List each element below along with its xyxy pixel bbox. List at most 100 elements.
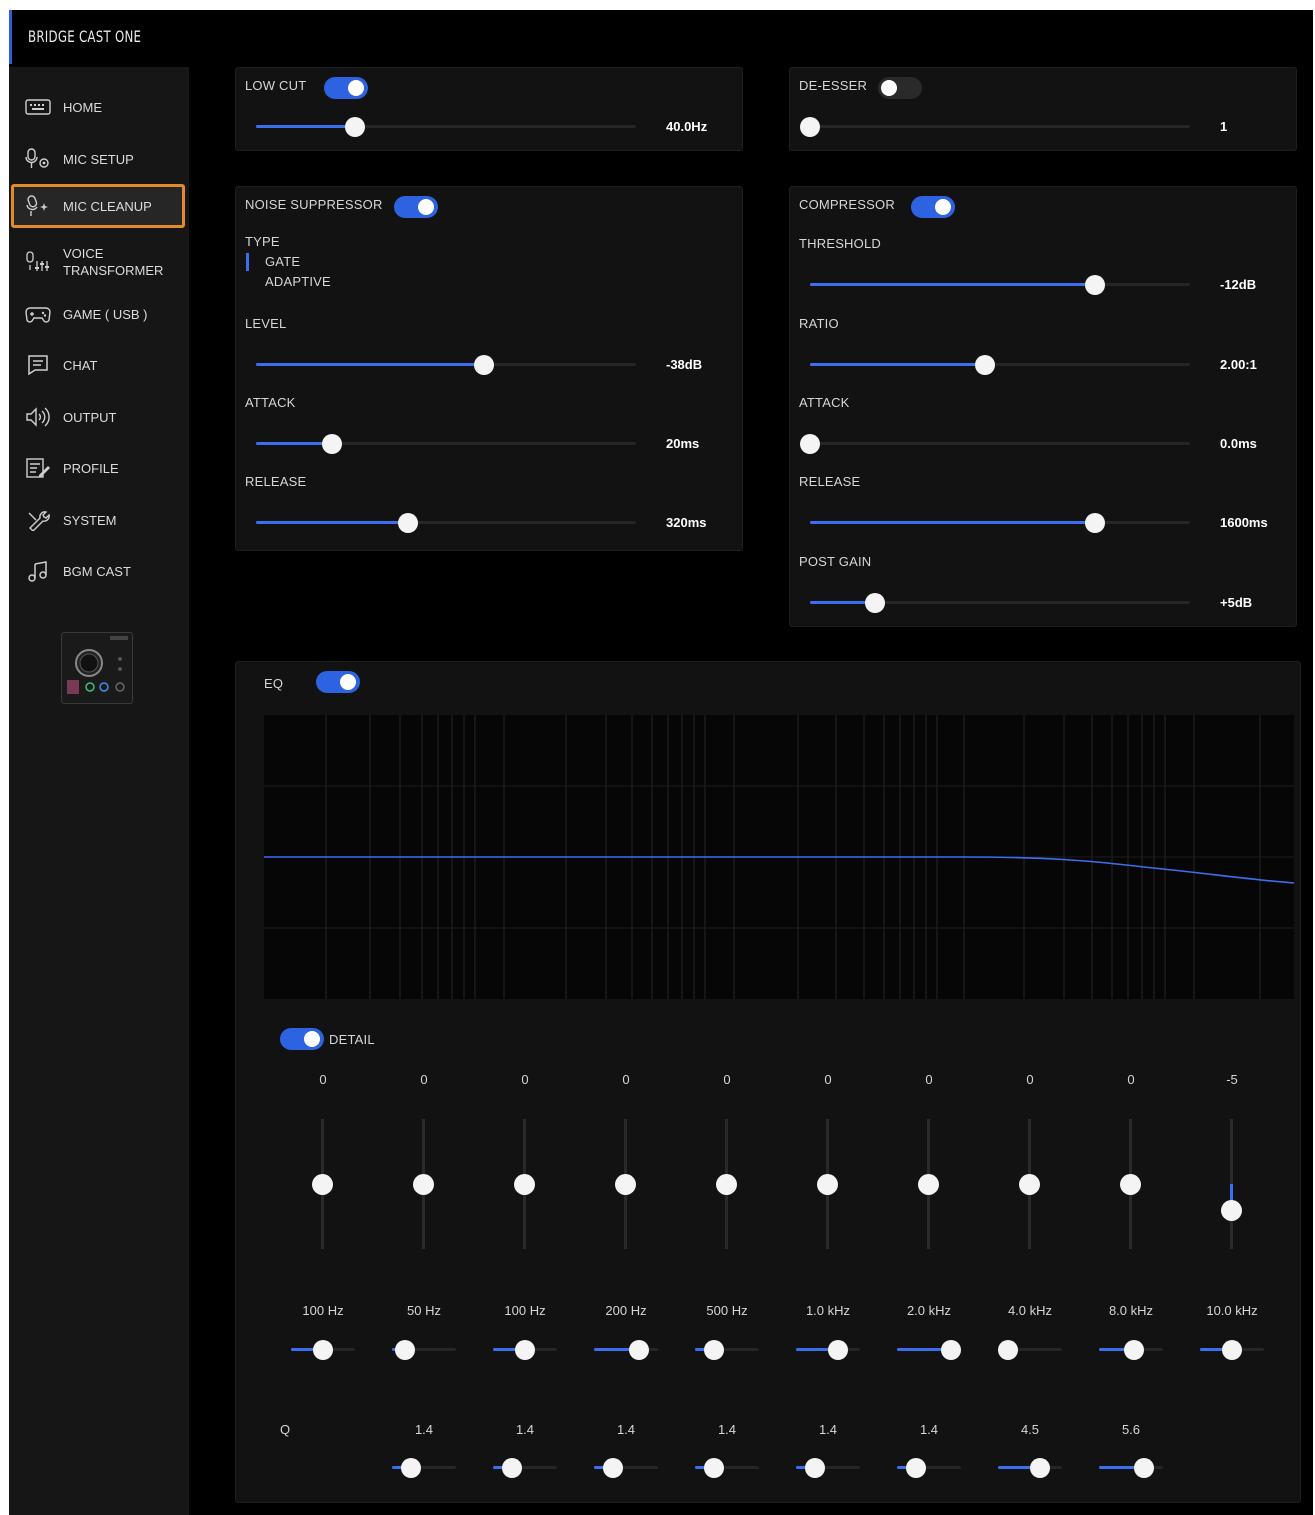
sidebar-item-profile[interactable]: PROFILE [11,446,185,490]
ratio-slider[interactable] [810,355,1190,375]
keyboard-icon [23,95,53,119]
eq-band-gain-slider[interactable] [715,1119,739,1249]
eq-band-q-slider[interactable] [695,1458,759,1478]
eq-band-frequency-slider[interactable] [392,1340,456,1360]
eq-band-frequency-slider[interactable] [1099,1340,1163,1360]
eq-band-frequency-slider[interactable] [493,1340,557,1360]
de-esser-slider[interactable] [800,117,1190,137]
eq-band-frequency-slider[interactable] [594,1340,658,1360]
eq-band-gain-value: 0 [925,1072,933,1087]
eq-band-q-slider[interactable] [392,1458,456,1478]
eq-band-q-value: 1.4 [515,1422,535,1437]
eq-band-gain-slider[interactable] [1220,1119,1244,1249]
threshold-slider[interactable] [810,275,1190,295]
eq-band-q-slider[interactable] [594,1458,658,1478]
ratio-label: RATIO [799,316,839,331]
eq-band-q-slider[interactable] [493,1458,557,1478]
eq-band-frequency-label: 100 Hz [504,1303,546,1318]
eq-band-gain-slider[interactable] [311,1119,335,1249]
eq-band-gain-value: 0 [521,1072,529,1087]
ns-release-label: RELEASE [245,474,307,489]
noise-suppressor-label: NOISE SUPPRESSOR [245,197,383,212]
compressor-label: COMPRESSOR [799,197,895,212]
eq-band-q-value: 1.4 [919,1422,939,1437]
eq-band-frequency-label: 200 Hz [605,1303,647,1318]
low-cut-toggle[interactable] [324,77,368,99]
sidebar-item-chat[interactable]: CHAT [11,343,185,387]
eq-toggle[interactable] [316,671,360,693]
threshold-label: THRESHOLD [799,236,881,251]
post-gain-slider[interactable] [810,593,1190,613]
eq-band-q-value: 1.4 [414,1422,434,1437]
sidebar-item-game-usb[interactable]: GAME ( USB ) [11,292,185,336]
title-bar: BRIDGE CAST ONE [9,10,1313,64]
device-thumbnail[interactable] [61,632,133,704]
low-cut-value: 40.0Hz [666,119,708,134]
sidebar-item-label: OUTPUT [63,409,117,425]
eq-band-gain-value: 0 [723,1072,731,1087]
comp-attack-label: ATTACK [799,395,850,410]
eq-band-gain-slider[interactable] [917,1119,941,1249]
sidebar-item-home[interactable]: HOME [11,85,185,129]
sidebar-item-voice-transformer[interactable]: VOICE TRANSFORMER [11,240,185,284]
threshold-value: -12dB [1220,277,1257,292]
eq-band-q-slider[interactable] [1099,1458,1163,1478]
eq-band-frequency-slider[interactable] [998,1340,1062,1360]
eq-panel: EQ DETAIL Q 0 100 Hz 0 50 Hz 1.4 0 100 Hz 1.4 0 2… [235,661,1301,1503]
sidebar-item-label: SYSTEM [63,512,117,528]
eq-band-gain-value: 0 [1127,1072,1135,1087]
eq-band-gain-value: 0 [824,1072,832,1087]
eq-response-graph[interactable] [264,715,1294,999]
eq-band-gain-value: 0 [1026,1072,1034,1087]
sidebar-item-mic-cleanup[interactable]: MIC CLEANUP [11,184,185,228]
eq-band-gain-value: 0 [420,1072,428,1087]
type-option-gate[interactable]: GATE [265,254,300,269]
de-esser-panel: DE-ESSER 1 [789,67,1297,151]
sidebar-item-output[interactable]: OUTPUT [11,395,185,439]
ratio-value: 2.00:1 [1220,357,1257,372]
eq-band-gain-slider[interactable] [614,1119,638,1249]
eq-band-q-value: 1.4 [818,1422,838,1437]
eq-band-gain-slider[interactable] [513,1119,537,1249]
eq-band-q-slider[interactable] [998,1458,1062,1478]
eq-band-gain-slider[interactable] [412,1119,436,1249]
noise-suppressor-toggle[interactable] [394,196,438,218]
eq-band-frequency-slider[interactable] [695,1340,759,1360]
ns-level-slider[interactable] [256,355,636,375]
sidebar-item-label: BGM CAST [63,563,131,579]
mic-sparkle-icon [23,194,53,218]
mic-gear-icon [23,147,53,171]
eq-band-q-slider[interactable] [796,1458,860,1478]
eq-band-q-value: 1.4 [717,1422,737,1437]
eq-band-q-value: 4.5 [1020,1422,1040,1437]
eq-band-q-value: 1.4 [616,1422,636,1437]
eq-band-frequency-label: 8.0 kHz [1108,1303,1154,1318]
low-cut-slider[interactable] [256,117,636,137]
sidebar-item-system[interactable]: SYSTEM [11,498,185,542]
eq-band-gain-slider[interactable] [1018,1119,1042,1249]
type-option-adaptive[interactable]: ADAPTIVE [265,274,331,289]
sidebar-item-mic-setup[interactable]: MIC SETUP [11,137,185,181]
eq-band-frequency-label: 4.0 kHz [1007,1303,1053,1318]
eq-band-frequency-slider[interactable] [796,1340,860,1360]
ns-release-slider[interactable] [256,513,636,533]
eq-band-gain-slider[interactable] [1119,1119,1143,1249]
detail-toggle[interactable] [280,1028,324,1050]
eq-band-gain-value: 0 [622,1072,630,1087]
de-esser-toggle[interactable] [878,77,922,99]
eq-band-gain-slider[interactable] [816,1119,840,1249]
sidebar-item-label: PROFILE [63,460,119,476]
comp-attack-slider[interactable] [800,434,1190,454]
sidebar-item-bgm-cast[interactable]: BGM CAST [11,549,185,593]
type-selected-indicator [246,253,249,271]
eq-band-frequency-slider[interactable] [897,1340,961,1360]
comp-release-slider[interactable] [810,513,1190,533]
eq-band-frequency-label: 1.0 kHz [805,1303,851,1318]
compressor-toggle[interactable] [911,196,955,218]
eq-band-frequency-slider[interactable] [291,1340,355,1360]
app-title: BRIDGE CAST ONE [28,27,142,46]
ns-release-value: 320ms [666,515,707,530]
eq-band-q-slider[interactable] [897,1458,961,1478]
eq-band-frequency-slider[interactable] [1200,1340,1264,1360]
ns-attack-slider[interactable] [256,434,636,454]
